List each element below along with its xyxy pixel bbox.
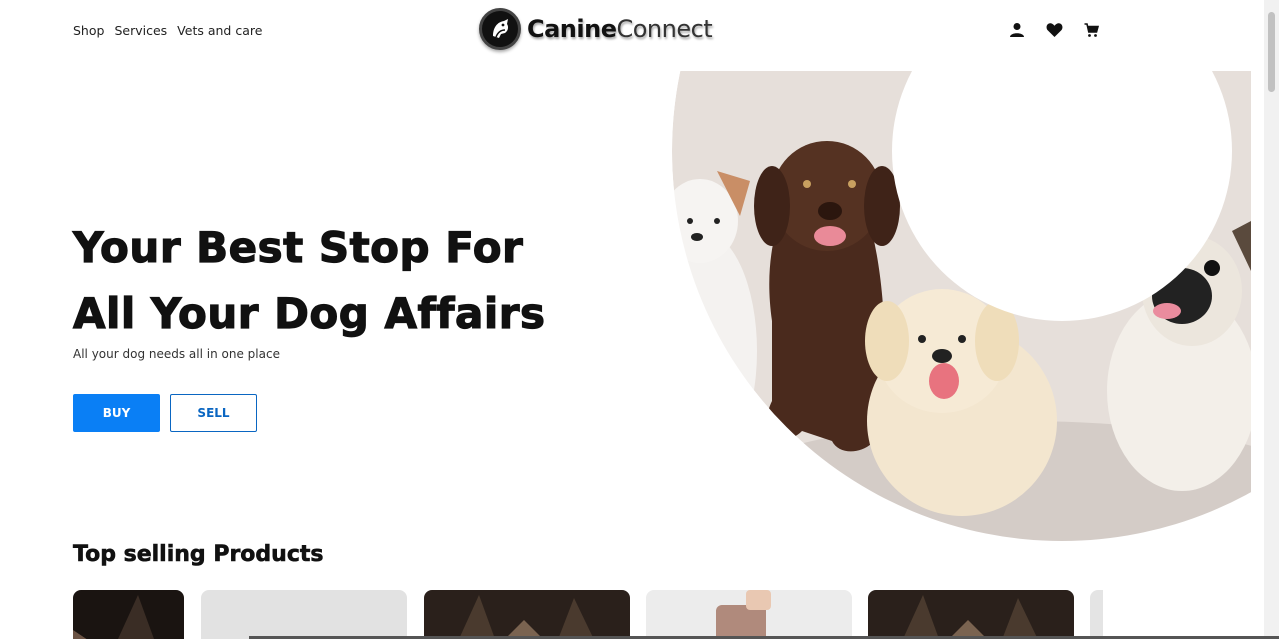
buy-button[interactable]: BUY (73, 394, 160, 432)
product-card[interactable] (868, 590, 1074, 639)
cart-icon[interactable] (1082, 21, 1100, 39)
product-card[interactable] (73, 590, 184, 639)
page-scrollbar[interactable] (1264, 0, 1279, 639)
logo-dog-icon (479, 8, 521, 50)
nav-shop[interactable]: Shop (73, 23, 104, 38)
user-icon[interactable] (1008, 21, 1026, 39)
nav-vets-and-care[interactable]: Vets and care (177, 23, 262, 38)
product-card[interactable] (424, 590, 630, 639)
logo-text: CanineConnect (527, 15, 713, 43)
hero-title-line-2: All Your Dog Affairs (72, 288, 546, 338)
top-selling-title: Top selling Products (73, 542, 324, 568)
logo-text-thin: Connect (616, 15, 713, 43)
nav-services[interactable]: Services (114, 23, 167, 38)
logo-text-bold: Canine (527, 15, 617, 43)
hero-title: Your Best Stop For All Your Dog Affairs (72, 215, 546, 347)
scrollbar-thumb[interactable] (1268, 12, 1275, 92)
product-carousel (73, 590, 1103, 639)
sell-button[interactable]: SELL (170, 394, 257, 432)
site-header: Shop Services Vets and care CanineConnec… (0, 0, 1264, 62)
hero-subtitle: All your dog needs all in one place (73, 347, 280, 361)
product-card[interactable] (646, 590, 852, 639)
hero-title-line-1: Your Best Stop For (72, 222, 524, 272)
main-nav: Shop Services Vets and care (73, 23, 262, 38)
hero-dogs-image (662, 71, 1251, 541)
product-card[interactable] (1090, 590, 1103, 639)
site-logo[interactable]: CanineConnect (479, 8, 713, 50)
header-actions (1008, 21, 1100, 39)
heart-icon[interactable] (1045, 21, 1063, 39)
product-card[interactable] (201, 590, 407, 639)
